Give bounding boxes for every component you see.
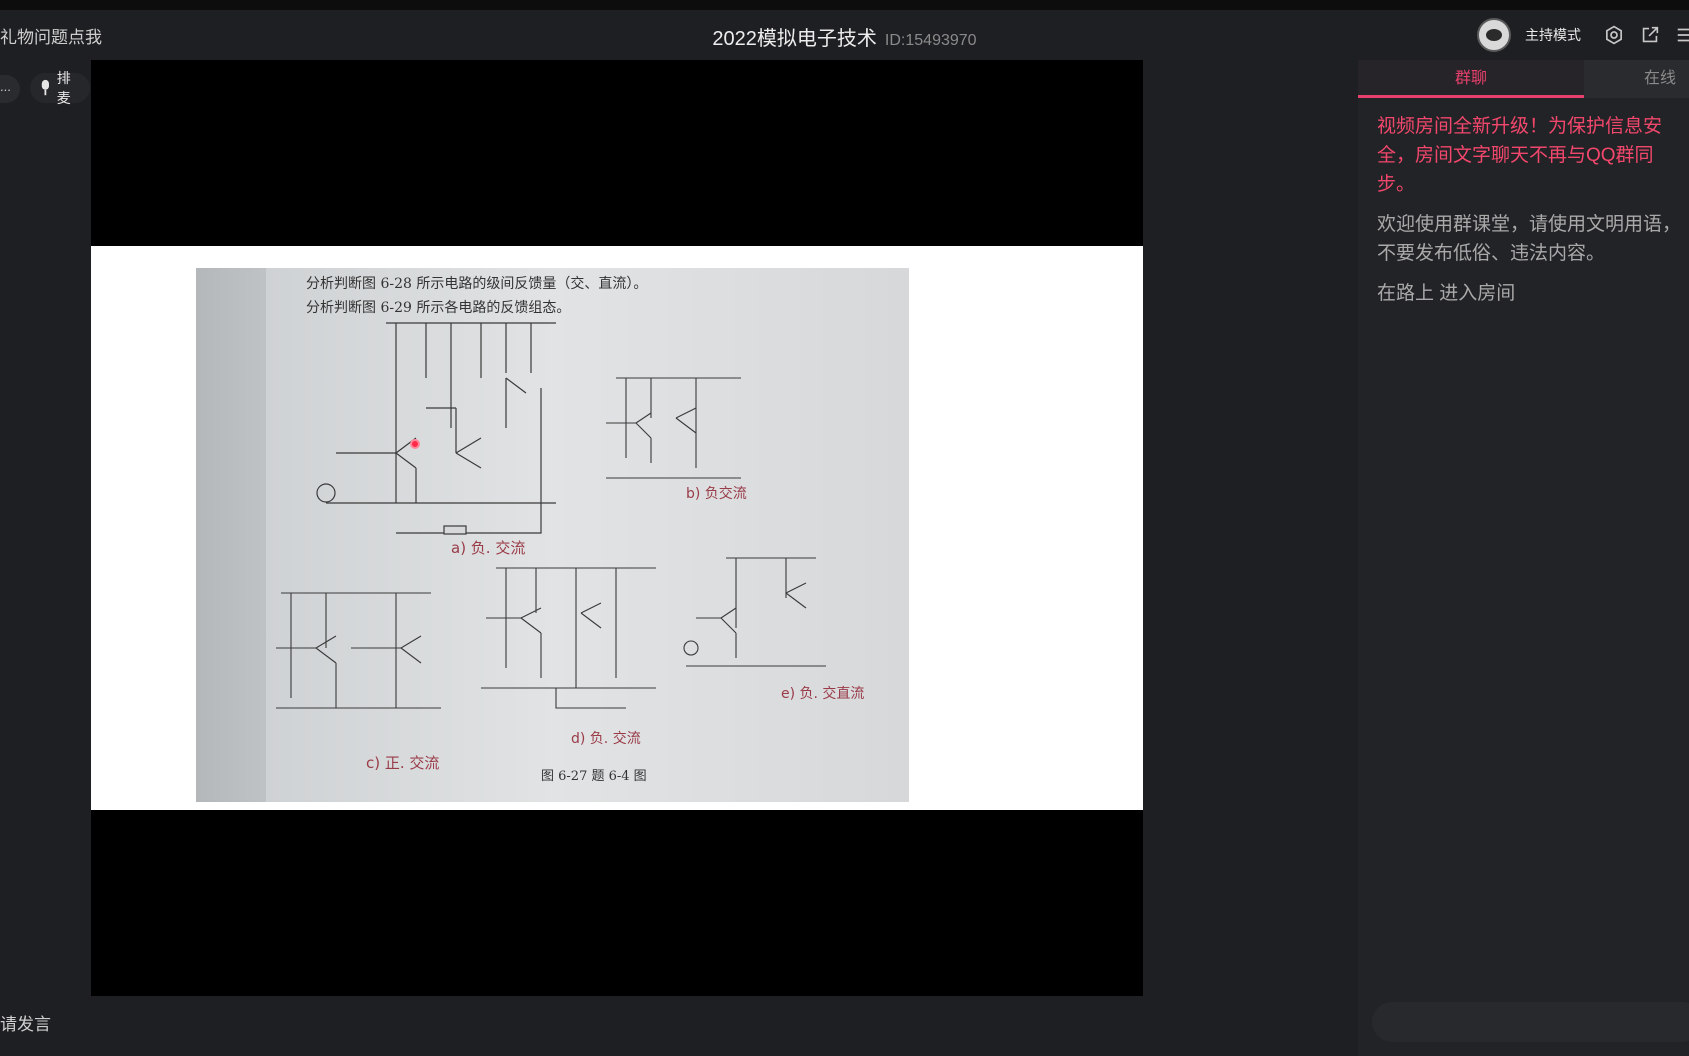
chat-message-list: 视频房间全新升级！为保护信息安全，房间文字聊天不再与QQ群同步。 欢迎使用群课堂… [1358,98,1689,308]
problem-line-6-6: 分析判断图 6-29 所示各电路的反馈组态。 [306,300,570,316]
sub-label-c: c) 正. 交流 [366,754,439,772]
host-mode-label[interactable]: 主持模式 [1525,25,1581,45]
queue-label: 排麦 [56,70,71,106]
header-bar: 礼物问题点我 2022模拟电子技术 ID:15493970 主持模式 [0,10,1689,60]
settings-gear-icon[interactable] [1603,24,1625,46]
external-link-icon[interactable] [1639,24,1661,46]
avatar[interactable] [1477,18,1511,52]
room-id: ID:15493970 [884,32,977,49]
course-title: 2022模拟电子技术 [712,28,877,50]
speak-prompt[interactable]: 请发言 [0,1010,51,1035]
problem-line-6-5: 分析判断图 6-28 所示电路的级间反馈量（交、直流）。 [306,275,647,292]
queue-mic-button[interactable]: 排麦 [30,70,90,106]
sub-label-b: b) 负交流 [686,485,747,502]
tab-group-chat[interactable]: 群聊 [1358,60,1584,98]
window-top-strip [0,0,1689,10]
figure-caption: 图 6-27 题 6-4 图 [541,769,647,784]
sub-label-a: a) 负. 交流 [451,539,525,557]
more-button[interactable]: ... [0,75,20,103]
chat-tabs: 群聊 在线 [1358,60,1689,98]
textbook-photo: 分析判断图 6-28 所示电路的级间反馈量（交、直流）。 分析判断图 6-29 … [196,268,909,802]
chat-message-notice: 视频房间全新升级！为保护信息安全，房间文字聊天不再与QQ群同步。 [1377,116,1663,195]
sub-label-d: d) 负. 交流 [571,730,641,747]
chat-panel: 群聊 在线 视频房间全新升级！为保护信息安全，房间文字聊天不再与QQ群同步。 欢… [1358,60,1689,1056]
header-controls: 主持模式 [1477,18,1689,52]
laser-pointer [410,439,420,449]
menu-icon[interactable] [1675,24,1689,46]
chat-input[interactable] [1372,1002,1689,1042]
chat-message-welcome: 欢迎使用群课堂，请使用文明用语，不要发布低俗、违法内容。 [1377,214,1682,264]
tab-online[interactable]: 在线 [1584,60,1689,98]
video-stage: 分析判断图 6-28 所示电路的级间反馈量（交、直流）。 分析判断图 6-29 … [91,60,1143,996]
shared-slide: 分析判断图 6-28 所示电路的级间反馈量（交、直流）。 分析判断图 6-29 … [91,246,1143,810]
chat-message-join: 在路上 进入房间 [1377,283,1516,304]
left-panel: ... 排麦 [0,60,90,1010]
sub-label-e: e) 负. 交直流 [781,685,864,702]
microphone-icon [41,79,49,96]
room-title: 2022模拟电子技术 ID:15493970 [0,22,1689,51]
